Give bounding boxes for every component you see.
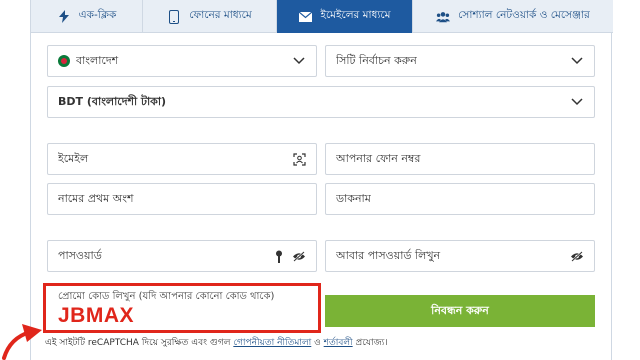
- registration-panel: এক-ক্লিক ফোনের মাধ্যমে ইমেইলের মাধ্যমে স…: [30, 0, 613, 360]
- phone-icon: [167, 9, 181, 24]
- tab-one-click[interactable]: এক-ক্লিক: [31, 0, 143, 33]
- currency-value: BDT (বাংলাদেশী টাকা): [58, 94, 167, 108]
- currency-select[interactable]: BDT (বাংলাদেশী টাকা): [47, 86, 595, 118]
- key-icon[interactable]: [272, 249, 286, 263]
- email-field[interactable]: ইমেইল: [47, 143, 317, 175]
- recaptcha-text: এই সাইটটি reCAPTCHA দিয়ে সুরক্ষিত এবং গ…: [45, 338, 231, 348]
- password-field[interactable]: পাসওয়ার্ড: [47, 240, 317, 272]
- country-value: বাংলাদেশ: [76, 53, 119, 67]
- lightning-icon: [57, 10, 71, 24]
- tab-social[interactable]: সোশ্যাল নেটওয়ার্ক ও মেসেঞ্জার: [413, 0, 613, 33]
- tab-label: ইমেইলের মাধ্যমে: [320, 9, 391, 21]
- repeat-password-field[interactable]: আবার পাসওয়ার্ড লিখুন: [325, 240, 595, 272]
- registration-tabs: এক-ক্লিক ফোনের মাধ্যমে ইমেইলের মাধ্যমে স…: [31, 0, 613, 33]
- register-button[interactable]: নিবন্ধন করুন: [325, 295, 595, 327]
- applies-text: প্রযোজ্য।: [355, 338, 388, 348]
- recaptcha-notice: এই সাইটটি reCAPTCHA দিয়ে সুরক্ষিত এবং গ…: [45, 335, 388, 350]
- chevron-down-icon: [570, 95, 584, 109]
- terms-link[interactable]: শর্তাবলী: [324, 338, 353, 348]
- chevron-down-icon: [570, 54, 584, 68]
- tab-by-email[interactable]: ইমেইলের মাধ্যমে: [277, 0, 413, 33]
- chevron-down-icon: [292, 54, 306, 68]
- tab-label: এক-ক্লিক: [78, 9, 117, 21]
- eye-slash-icon[interactable]: [570, 249, 584, 263]
- tab-label: ফোনের মাধ্যমে: [189, 9, 252, 21]
- promo-highlight-box: [43, 283, 321, 333]
- users-icon: [436, 10, 451, 24]
- phone-placeholder: আপনার ফোন নম্বর: [336, 151, 421, 165]
- country-select[interactable]: বাংলাদেশ: [47, 45, 317, 77]
- email-placeholder: ইমেইল: [58, 151, 89, 165]
- red-arrow-icon: [2, 324, 42, 360]
- city-placeholder: সিটি নির্বাচন করুন: [336, 53, 417, 67]
- phone-field[interactable]: আপনার ফোন নম্বর: [325, 143, 595, 175]
- envelope-icon: [299, 10, 313, 24]
- privacy-policy-link[interactable]: গোপনীয়তা নীতিমালা: [233, 338, 311, 348]
- first-name-placeholder: নামের প্রথম অংশ: [58, 191, 134, 205]
- password-placeholder: পাসওয়ার্ড: [58, 248, 102, 262]
- repeat-password-placeholder: আবার পাসওয়ার্ড লিখুন: [336, 248, 441, 262]
- nickname-placeholder: ডাকনাম: [336, 191, 371, 205]
- contact-card-icon[interactable]: [292, 152, 306, 166]
- tab-by-phone[interactable]: ফোনের মাধ্যমে: [143, 0, 277, 33]
- nickname-field[interactable]: ডাকনাম: [325, 183, 595, 215]
- city-select[interactable]: সিটি নির্বাচন করুন: [325, 45, 595, 77]
- eye-slash-icon[interactable]: [292, 249, 306, 263]
- and-text: ও: [314, 338, 321, 348]
- tab-label: সোশ্যাল নেটওয়ার্ক ও মেসেঞ্জার: [458, 9, 590, 21]
- bangladesh-flag-icon: [58, 55, 70, 67]
- first-name-field[interactable]: নামের প্রথম অংশ: [47, 183, 317, 215]
